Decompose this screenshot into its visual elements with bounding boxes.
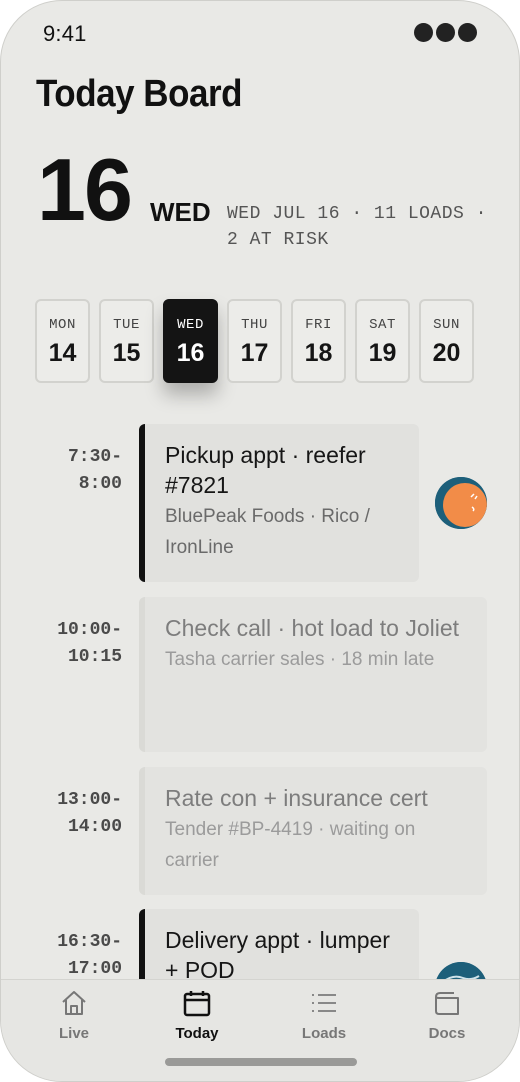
day-chip-number: 16 (176, 339, 205, 367)
day-chip-number: 15 (112, 339, 141, 367)
day-chip-wed[interactable]: WED 16 (163, 299, 218, 383)
list-icon (312, 994, 336, 1012)
agenda-time-end: 8:00 (78, 474, 122, 494)
phone-frame: 9:41 Today Board 16 WED WED JUL 16 · 11 … (0, 0, 520, 1082)
agenda-card[interactable]: Rate con + insurance cert Tender #BP-441… (139, 767, 487, 895)
day-chip-fri[interactable]: FRI 18 (291, 299, 346, 383)
calendar-icon (183, 991, 211, 1017)
day-chip-number: 18 (304, 339, 333, 367)
status-bar: 9:41 (1, 1, 519, 61)
agenda-time-start: 7:30- (67, 447, 122, 467)
date-summary: WED JUL 16 · 11 LOADS · 2 AT RISK (227, 204, 487, 250)
tab-docs[interactable]: Docs (397, 988, 497, 1042)
tab-bar: Live Today Loads Docs (1, 979, 519, 1081)
day-chip-number: 17 (240, 339, 269, 367)
agenda-time: 10:00- 10:15 (22, 617, 122, 671)
day-chip-name: THU (241, 317, 268, 333)
day-chip-name: SUN (433, 317, 460, 333)
day-chip-number: 20 (432, 339, 461, 367)
avatar[interactable] (435, 477, 487, 529)
agenda-card-title: Check call · hot load to Joliet (165, 615, 460, 641)
status-indicator-icon (414, 23, 477, 42)
agenda-time-start: 13:00- (57, 790, 122, 810)
agenda-time: 13:00- 14:00 (22, 787, 122, 841)
day-chip-tue[interactable]: TUE 15 (99, 299, 154, 383)
day-chip-name: FRI (305, 317, 332, 333)
date-day-of-week: WED (150, 197, 211, 227)
agenda-card-subtitle: Tasha carrier sales · 18 min late (165, 649, 435, 670)
agenda-card-subtitle: BluePeak Foods · Rico / IronLine (165, 506, 370, 558)
agenda-card-title: Rate con + insurance cert (165, 785, 428, 811)
tab-label: Today (175, 1025, 219, 1042)
agenda-card-subtitle: Tender #BP-4419 · waiting on carrier (165, 819, 416, 871)
tab-loads[interactable]: Loads (274, 988, 374, 1042)
day-chip-thu[interactable]: THU 17 (227, 299, 282, 383)
page-title: Today Board (36, 73, 243, 115)
day-chip-mon[interactable]: MON 14 (35, 299, 90, 383)
day-chip-number: 14 (48, 339, 77, 367)
home-icon (62, 991, 86, 1015)
day-chip-name: WED (177, 317, 204, 333)
avatar-image (435, 477, 487, 529)
agenda-card-title: Pickup appt · reefer #7821 (165, 442, 366, 498)
agenda-time-start: 10:00- (57, 620, 122, 640)
agenda-card[interactable]: Check call · hot load to Joliet Tasha ca… (139, 597, 487, 752)
day-chip-name: MON (49, 317, 76, 333)
day-chip-sun[interactable]: SUN 20 (419, 299, 474, 383)
wallet-icon (435, 992, 459, 1015)
day-chip-sat[interactable]: SAT 19 (355, 299, 410, 383)
status-time: 9:41 (43, 21, 87, 46)
agenda-card[interactable]: Pickup appt · reefer #7821 BluePeak Food… (139, 424, 419, 582)
agenda-card-title: Delivery appt · lumper + POD (165, 927, 390, 983)
agenda-time: 16:30- 17:00 (22, 929, 122, 983)
agenda-time-end: 14:00 (67, 817, 122, 837)
day-chip-number: 19 (368, 339, 397, 367)
date-number: 16 (37, 140, 133, 239)
home-indicator[interactable] (165, 1058, 357, 1066)
day-chip-name: TUE (113, 317, 140, 333)
tab-live[interactable]: Live (24, 988, 124, 1042)
week-strip: MON 14 TUE 15 WED 16 THU 17 FRI 18 SAT 1… (35, 299, 474, 383)
agenda-time: 7:30- 8:00 (22, 444, 122, 498)
agenda-time-start: 16:30- (57, 932, 122, 952)
tab-label: Live (58, 1025, 89, 1042)
day-chip-name: SAT (369, 317, 396, 333)
tab-label: Docs (428, 1025, 466, 1042)
tab-today[interactable]: Today (147, 988, 247, 1042)
agenda-time-end: 10:15 (67, 647, 122, 667)
tab-label: Loads (301, 1025, 347, 1042)
